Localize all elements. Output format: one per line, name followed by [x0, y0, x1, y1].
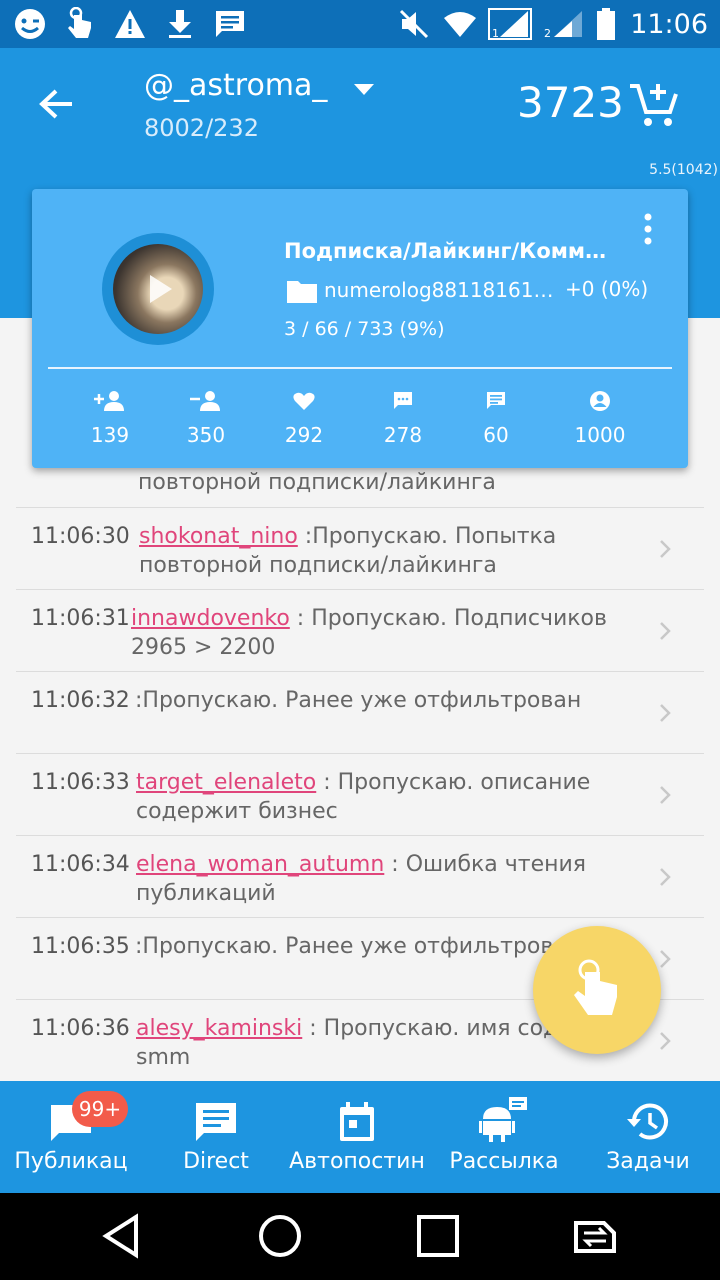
play-icon [150, 275, 172, 303]
chevron-right-icon [660, 704, 671, 722]
chevron-right-icon [660, 540, 671, 558]
emoji-icon [12, 6, 48, 42]
unfollow-icon [190, 391, 220, 411]
nav-direct[interactable]: Direct [166, 1081, 266, 1193]
system-switch-sim-icon[interactable] [570, 1211, 620, 1261]
message-icon [212, 6, 248, 42]
history-icon [627, 1103, 668, 1140]
account-name[interactable]: @_astroma_ [144, 68, 327, 103]
log-row[interactable]: 11:06:33 target_elenaleto : Пропускаю. о… [16, 754, 704, 836]
system-navigation-bar [0, 1193, 720, 1280]
task-source: numerolog8811816109... [324, 278, 554, 302]
touch-icon [574, 959, 617, 1015]
log-username[interactable]: innawdovenko [131, 606, 290, 631]
log-time: 11:06:30 [31, 524, 130, 549]
bottom-navigation: 99+ Публикац Direct Автопостин Рассылка … [0, 1081, 720, 1193]
log-row[interactable]: 11:06:34 elena_woman_autumn : Ошибка чте… [16, 836, 704, 918]
signal-sim1-icon: 1 [488, 6, 533, 42]
add-to-cart-button[interactable] [628, 80, 680, 130]
log-message: target_elenaleto : Пропускаю. описание с… [136, 770, 591, 824]
divider [48, 367, 672, 369]
follow-icon [94, 391, 124, 411]
chevron-right-icon [660, 868, 671, 886]
log-row[interactable]: 11:06:31 innawdovenko : Пропускаю. Подпи… [16, 590, 704, 672]
log-time: 11:06:34 [31, 852, 130, 877]
more-vert-icon [644, 213, 652, 245]
direct-message-icon [487, 392, 505, 409]
log-username[interactable]: shokonat_nino [139, 524, 298, 549]
arrow-back-icon [39, 89, 72, 119]
avatar[interactable] [102, 233, 214, 345]
chevron-right-icon [660, 622, 671, 640]
battery-icon [596, 6, 616, 42]
nav-publications[interactable]: 99+ Публикац [8, 1081, 134, 1193]
log-username[interactable]: alesy_kaminski [136, 1016, 302, 1041]
back-button[interactable] [28, 78, 84, 130]
cart-plus-icon [630, 84, 678, 126]
log-message: повторной подписки/лайкинга [138, 470, 496, 495]
system-recents-icon[interactable] [413, 1211, 463, 1261]
log-time: 11:06:36 [31, 1016, 130, 1041]
chevron-right-icon [660, 950, 671, 968]
log-time: 11:06:32 [31, 688, 130, 713]
log-time: 11:06:33 [31, 770, 130, 795]
folder-icon [287, 281, 317, 303]
overflow-menu-button[interactable] [636, 211, 660, 247]
app-bar: @_astroma_ 8002/232 3723 [0, 48, 720, 160]
chevron-right-icon [660, 1032, 671, 1050]
log-message: innawdovenko : Пропускаю. Подписчиков 29… [131, 606, 607, 660]
wifi-icon [442, 6, 478, 42]
account-dropdown-icon[interactable] [350, 80, 378, 100]
task-card[interactable]: Подписка/Лайкинг/Комме... numerolog88118… [32, 189, 688, 468]
stat-unfollows: 350 [166, 387, 246, 447]
account-stats: 8002/232 [144, 114, 259, 142]
heart-icon [293, 392, 315, 410]
touch-icon [62, 6, 98, 42]
touch-fab-button[interactable] [533, 926, 661, 1054]
chevron-right-icon [660, 786, 671, 804]
task-title: Подписка/Лайкинг/Комме... [284, 239, 614, 263]
log-row[interactable]: 11:06:30 shokonat_nino :Пропускаю. Попыт… [16, 508, 704, 590]
avatar-image [113, 244, 203, 334]
system-home-icon[interactable] [255, 1211, 305, 1261]
warning-icon [112, 6, 148, 42]
calendar-icon [340, 1102, 374, 1141]
status-bar: 1 2 11:06 [0, 0, 720, 48]
log-row[interactable]: 11:06:32 :Пропускаю. Ранее уже отфильтро… [16, 672, 704, 754]
stat-likes: 292 [264, 387, 344, 447]
svg-text:1: 1 [492, 27, 499, 40]
nav-tasks[interactable]: Задачи [598, 1081, 698, 1193]
download-icon [162, 6, 198, 42]
log-message: elena_woman_autumn : Ошибка чтения публи… [136, 852, 587, 906]
profile-icon [590, 391, 610, 411]
stat-profiles: 1000 [560, 387, 640, 447]
nav-autoposting[interactable]: Автопостин [286, 1081, 428, 1193]
log-time: 11:06:35 [31, 934, 130, 959]
stat-comments: 278 [363, 387, 443, 447]
balance: 3723 [517, 78, 624, 127]
comment-icon [394, 392, 412, 409]
signal-sim2-icon: 2 [542, 6, 586, 42]
app-version: 5.5(1042) [649, 162, 718, 178]
task-progress: 3 / 66 / 733 (9%) [284, 318, 445, 340]
mute-icon [396, 6, 432, 42]
notification-badge: 99+ [72, 1091, 128, 1127]
log-username[interactable]: target_elenaleto [136, 770, 316, 795]
direct-icon [196, 1103, 236, 1141]
log-time: 11:06:31 [31, 606, 130, 631]
status-time: 11:06 [630, 8, 708, 40]
svg-text:2: 2 [544, 27, 551, 40]
log-message: :Пропускаю. Ранее уже отфильтрован [135, 688, 582, 713]
log-message: shokonat_nino :Пропускаю. Попытка повтор… [139, 524, 557, 578]
log-username[interactable]: elena_woman_autumn [136, 852, 384, 877]
stat-direct: 60 [456, 387, 536, 447]
nav-mailing[interactable]: Рассылка [444, 1081, 564, 1193]
stat-follows: 139 [70, 387, 150, 447]
system-back-icon[interactable] [98, 1211, 148, 1261]
android-broadcast-icon [479, 1097, 527, 1142]
task-delta: +0 (0%) [565, 277, 649, 301]
